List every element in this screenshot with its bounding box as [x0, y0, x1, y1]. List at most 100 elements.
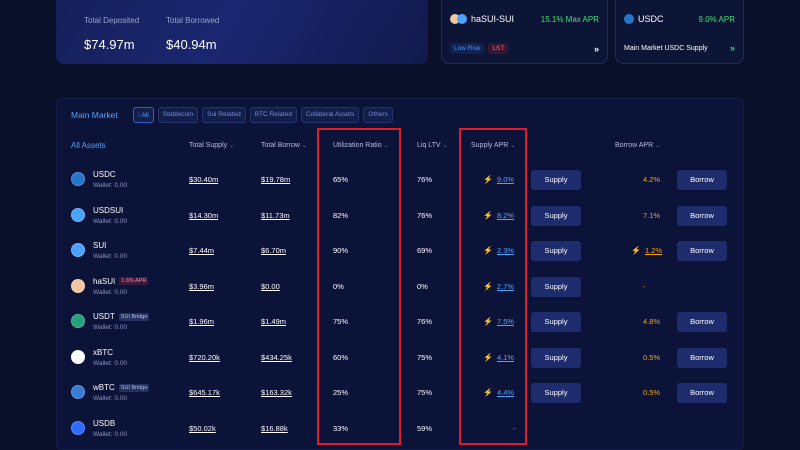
asset-symbol: USDB [93, 418, 116, 428]
wallet-balance: Wallet: 0.00 [93, 359, 128, 367]
supply-apr-value[interactable]: 8.2% [497, 211, 514, 220]
total-supply-value[interactable]: $720.20k [189, 353, 220, 362]
asset-name: USDC [93, 170, 116, 179]
boost-icon: ⚡ [483, 388, 493, 397]
col-total-supply[interactable]: Total Supply ⌄ [189, 142, 234, 149]
usdt-icon [71, 314, 85, 328]
table-row[interactable]: USDB Wallet: 0.00 $50.02k $16.88k 33% 59% - [57, 412, 745, 447]
supply-apr-value[interactable]: 4.4% [497, 388, 514, 397]
supply-button[interactable]: Supply [531, 241, 581, 261]
borrow-apr-cell[interactable]: ⚡ 1.2% [631, 246, 662, 255]
promo-token: USDC [638, 14, 664, 24]
supply-apr-cell[interactable]: ⚡ 9.0% [483, 175, 514, 184]
borrow-button[interactable]: Borrow [677, 170, 727, 190]
asset-symbol: USDT [93, 312, 115, 321]
filter-stablecoin[interactable]: Stablecoin [157, 107, 199, 123]
supply-button[interactable]: Supply [531, 276, 581, 297]
total-borrow-value[interactable]: $16.88k [261, 424, 288, 433]
promo-subtitle: Main Market USDC Supply [624, 44, 708, 52]
borrow-button[interactable]: Borrow [677, 383, 727, 403]
total-supply-value[interactable]: $14.30m [189, 211, 218, 220]
col-label: Total Supply [189, 142, 228, 149]
borrow-button[interactable]: Borrow [677, 205, 727, 226]
total-borrowed-stat: Total Borrowed $40.94m [166, 16, 219, 52]
supply-button[interactable]: Supply [531, 170, 581, 190]
promo-token: haSUI-SUI [471, 14, 515, 24]
total-borrow-value[interactable]: $19.78m [261, 175, 290, 184]
utilization-value: 0% [333, 281, 344, 291]
liq-ltv-value: 76% [417, 175, 433, 184]
chevron-down-icon: ⌄ [301, 143, 307, 149]
filter-btc-related[interactable]: BTC Related [249, 107, 297, 123]
total-borrow-value[interactable]: $163.32k [261, 388, 292, 397]
chevron-down-icon: ⌄ [229, 143, 235, 149]
col-all-assets[interactable]: All Assets [71, 141, 106, 150]
asset-name: xBTC [93, 348, 113, 357]
col-liq-ltv[interactable]: Liq LTV ⌄ [417, 142, 448, 149]
total-borrow-value[interactable]: $0.00 [261, 282, 280, 291]
supply-apr-cell[interactable]: ⚡ 4.4% [483, 388, 514, 397]
table-row[interactable]: USDC Wallet: 0.00 $30.40m $19.78m 65% 76% ⚡ 9.0… [57, 163, 745, 198]
chevrons-right-icon[interactable]: » [594, 44, 599, 54]
sui-icon [71, 243, 85, 257]
filter-collateral-assets[interactable]: Collateral Assets [300, 107, 360, 123]
filter-sui-related[interactable]: Sui Related [202, 107, 246, 123]
supply-apr-value[interactable]: 2.7% [497, 282, 514, 291]
supply-button[interactable]: Supply [531, 347, 581, 368]
supply-apr-value[interactable]: 9.0% [497, 175, 514, 184]
table-row[interactable]: USDSUI Wallet: 0.00 $14.30m $11.73m 82% 76% ⚡ 8… [57, 199, 745, 234]
wallet-balance: Wallet: 0.00 [93, 253, 128, 260]
asset-symbol: USDC [93, 170, 116, 179]
promo-card-hasui-sui[interactable]: haSUI-SUI 15.1% Max APR Low Risk LST » [441, 0, 608, 64]
promo-card-usdc[interactable]: USDC 9.0% APR Main Market USDC Supply » [615, 0, 744, 64]
borrow-button[interactable]: Borrow [677, 347, 727, 368]
wallet-balance: Wallet: 0.00 [93, 182, 128, 189]
total-supply-value[interactable]: $50.02k [189, 424, 216, 433]
total-borrow-value[interactable]: $6.70m [261, 246, 286, 255]
filter-all[interactable]: ⁝ All [133, 107, 154, 123]
supply-apr-cell[interactable]: ⚡ 2.7% [483, 282, 514, 291]
col-supply-apr[interactable]: Supply APR ⌄ [471, 142, 515, 149]
asset-symbol: xBTC [93, 347, 113, 357]
col-total-borrow[interactable]: Total Borrow ⌄ [261, 142, 307, 149]
total-supply-value[interactable]: $1.96m [189, 317, 214, 326]
wallet-balance: Wallet: 0.00 [93, 395, 128, 402]
borrow-button[interactable]: Borrow [677, 241, 727, 261]
supply-apr-cell[interactable]: ⚡ 8.2% [483, 211, 514, 220]
borrow-apr-value[interactable]: 1.2% [645, 246, 662, 255]
table-row[interactable]: wBTC SUI Bridge Wallet: 0.00 $645.17k $163.3… [57, 376, 745, 411]
table-row[interactable]: xBTC Wallet: 0.00 $720.20k $434.25k 60% 75% ⚡ 4… [57, 341, 745, 376]
total-supply-value[interactable]: $645.17k [189, 388, 220, 397]
total-borrow-value[interactable]: $11.73m [261, 211, 290, 220]
supply-button[interactable]: Supply [531, 205, 581, 226]
borrow-button[interactable]: Borrow [677, 312, 727, 332]
total-supply-value[interactable]: $30.40m [189, 175, 218, 184]
col-borrow-apr[interactable]: Borrow APR ⌄ [615, 142, 660, 149]
chevrons-right-icon[interactable]: » [730, 43, 735, 53]
col-label: Supply APR [471, 142, 509, 149]
boost-icon: ⚡ [483, 246, 493, 255]
hasui-icon [71, 278, 85, 293]
total-supply-value[interactable]: $3.96m [189, 282, 214, 291]
table-row[interactable]: SUI Wallet: 0.00 $7.44m $6.70m 90% 69% ⚡ 2.3% Su… [57, 234, 745, 269]
supply-button[interactable]: Supply [531, 383, 581, 403]
liq-ltv-value: 59% [417, 423, 433, 433]
table-row[interactable]: USDT SUI Bridge Wallet: 0.00 $1.96m $1.49m 75… [57, 305, 745, 340]
supply-apr-cell[interactable]: ⚡ 2.3% [483, 246, 514, 255]
supply-button[interactable]: Supply [531, 312, 581, 332]
supply-apr-value[interactable]: 4.1% [497, 353, 514, 362]
supply-apr-cell[interactable]: ⚡ 4.1% [483, 353, 514, 362]
supply-apr-value[interactable]: 7.5% [497, 317, 514, 326]
total-supply-value[interactable]: $7.44m [189, 246, 214, 255]
total-deposited-label: Total Deposited [84, 16, 140, 25]
total-borrow-value[interactable]: $434.25k [261, 353, 292, 362]
chevron-down-icon: ⌄ [510, 143, 516, 149]
supply-apr-cell[interactable]: ⚡ 7.5% [483, 317, 514, 326]
total-borrow-value[interactable]: $1.49m [261, 317, 286, 326]
supply-apr-value[interactable]: 2.3% [497, 246, 514, 255]
utilization-value: 65% [333, 175, 349, 184]
table-row[interactable]: haSUI 1.6% APR Wallet: 0.00 $3.96m $0.00 0% 0%… [57, 270, 745, 305]
liq-ltv-value: 76% [417, 210, 433, 220]
col-utilization[interactable]: Utilization Ratio ⌄ [333, 142, 389, 149]
filter-others[interactable]: Others [363, 107, 393, 123]
